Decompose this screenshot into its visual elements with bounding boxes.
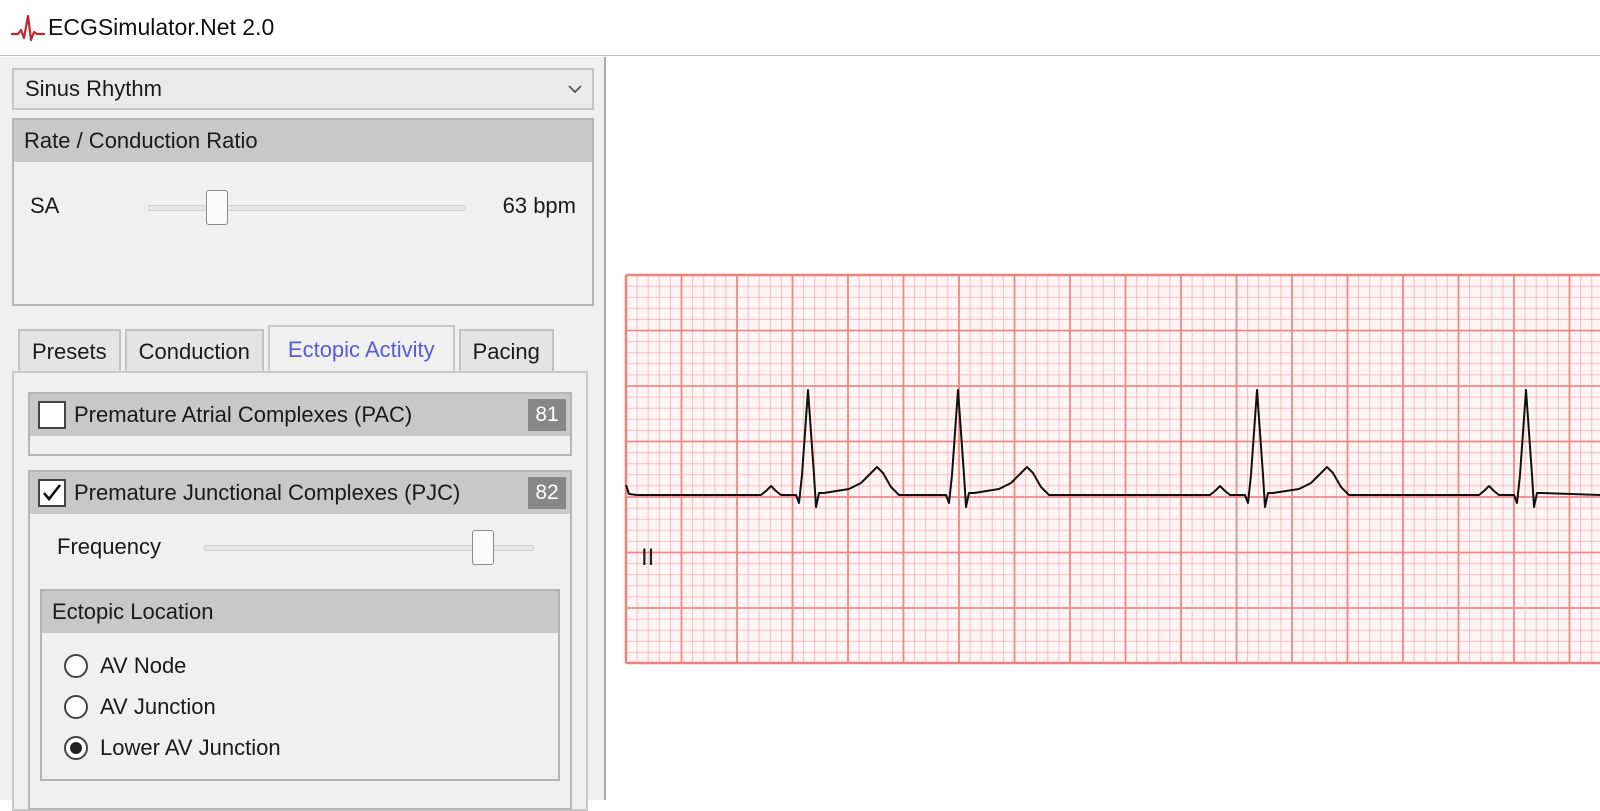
ectopic-location-header: Ectopic Location bbox=[42, 591, 558, 633]
ecg-waveform-icon bbox=[10, 10, 46, 46]
control-panel: Sinus Rhythm Rate / Conduction Ratio SA … bbox=[0, 57, 606, 811]
radio-av-node[interactable]: AV Node bbox=[64, 653, 186, 679]
frequency-label: Frequency bbox=[57, 534, 161, 559]
tab-pacing[interactable]: Pacing bbox=[458, 329, 554, 373]
pac-panel: Premature Atrial Complexes (PAC) 81 bbox=[28, 392, 572, 456]
app-title: ECGSimulator.Net 2.0 bbox=[48, 14, 275, 40]
radio-button[interactable] bbox=[64, 736, 88, 760]
chevron-down-icon bbox=[568, 81, 582, 99]
pac-header: Premature Atrial Complexes (PAC) 81 bbox=[30, 394, 570, 436]
sa-label: SA bbox=[30, 193, 60, 218]
pjc-badge: 82 bbox=[528, 477, 566, 509]
ecg-display: II bbox=[607, 57, 1600, 800]
tab-conduction[interactable]: Conduction bbox=[124, 329, 264, 373]
ectopic-location-panel: Ectopic Location AV Node AV Junction Low… bbox=[40, 589, 560, 781]
frequency-slider-thumb[interactable] bbox=[471, 530, 494, 565]
pjc-label: Premature Junctional Complexes (PJC) bbox=[74, 480, 461, 505]
sa-rate-slider-track[interactable] bbox=[148, 205, 466, 211]
rhythm-select-value: Sinus Rhythm bbox=[25, 76, 162, 101]
title-bar: ECGSimulator.Net 2.0 bbox=[0, 0, 1600, 56]
radio-label: AV Node bbox=[100, 653, 187, 678]
lead-label: II bbox=[641, 544, 654, 571]
radio-selected-dot bbox=[70, 742, 82, 754]
pjc-panel: Premature Junctional Complexes (PJC) 82 … bbox=[28, 470, 572, 810]
tab-presets[interactable]: Presets bbox=[18, 329, 121, 373]
pac-badge: 81 bbox=[528, 399, 566, 431]
tab-ectopic-activity[interactable]: Ectopic Activity bbox=[267, 325, 455, 373]
sa-rate-slider-thumb[interactable] bbox=[206, 190, 228, 225]
rate-panel-header: Rate / Conduction Ratio bbox=[14, 120, 592, 162]
pac-label: Premature Atrial Complexes (PAC) bbox=[74, 402, 413, 427]
pac-checkbox[interactable] bbox=[38, 401, 66, 429]
pjc-checkbox[interactable] bbox=[38, 479, 66, 507]
radio-button[interactable] bbox=[64, 654, 88, 678]
rhythm-select[interactable]: Sinus Rhythm bbox=[12, 68, 594, 110]
tab-bar: Presets Conduction Ectopic Activity Paci… bbox=[18, 325, 558, 373]
radio-button[interactable] bbox=[64, 695, 88, 719]
checkmark-icon bbox=[43, 484, 62, 502]
radio-av-junction[interactable]: AV Junction bbox=[64, 694, 216, 720]
ecg-strip: II bbox=[624, 273, 1600, 665]
radio-label: AV Junction bbox=[100, 694, 216, 719]
sa-rate-value: 63 bpm bbox=[502, 193, 576, 218]
radio-lower-av-junction[interactable]: Lower AV Junction bbox=[64, 735, 281, 761]
radio-label: Lower AV Junction bbox=[100, 735, 281, 760]
ecg-grid bbox=[624, 273, 1600, 665]
pjc-header: Premature Junctional Complexes (PJC) 82 bbox=[30, 472, 570, 514]
ectopic-activity-content: Premature Atrial Complexes (PAC) 81 Prem… bbox=[12, 371, 588, 811]
rate-conduction-panel: Rate / Conduction Ratio SA 63 bpm bbox=[12, 118, 594, 306]
